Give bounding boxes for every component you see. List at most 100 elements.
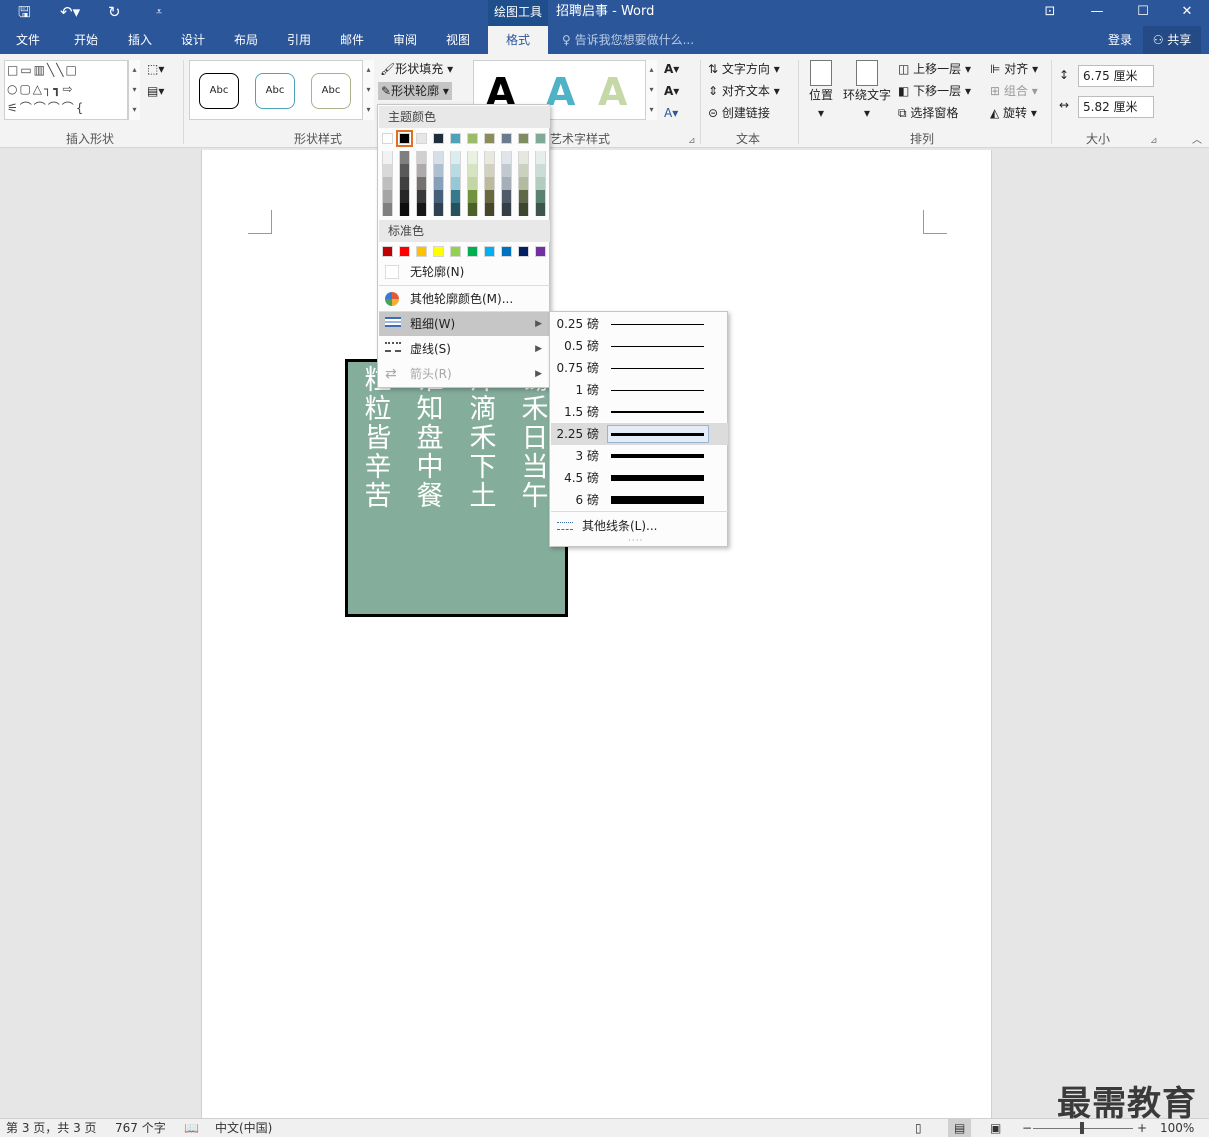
theme-color-swatch[interactable] (396, 130, 413, 147)
theme-shade-swatch[interactable] (501, 177, 512, 190)
standard-color-swatch[interactable] (484, 246, 495, 257)
page-count[interactable]: 第 3 页，共 3 页 (6, 1119, 97, 1137)
ribbon-display-icon[interactable]: ⊡ (1027, 0, 1073, 26)
standard-color-swatch[interactable] (518, 246, 529, 257)
weight-option[interactable]: 0.75 磅 (551, 357, 728, 379)
undo-icon[interactable]: ↶▾ (60, 2, 80, 22)
theme-shade-swatch[interactable] (450, 203, 461, 216)
tab-mailings[interactable]: 邮件 (336, 26, 368, 54)
weight-option[interactable]: 3 磅 (551, 445, 728, 467)
more-lines-item[interactable]: 其他线条(L)... (551, 514, 728, 538)
standard-color-swatch[interactable] (433, 246, 444, 257)
send-backward-button[interactable]: ◧ 下移一层 ▾ (898, 82, 971, 100)
theme-color-swatch[interactable] (450, 133, 461, 144)
theme-shade-swatch[interactable] (399, 151, 410, 164)
theme-shade-swatch[interactable] (399, 164, 410, 177)
theme-color-swatch[interactable] (416, 133, 427, 144)
zoom-out-icon[interactable]: − (1022, 1119, 1032, 1137)
theme-color-swatch[interactable] (518, 133, 529, 144)
theme-shade-swatch[interactable] (484, 151, 495, 164)
shapes-gallery[interactable]: □▭▥╲╲□ ○▢△┐┓⇨ ⚟⌒⌒⌒⌒{ (4, 60, 128, 120)
dashes-item[interactable]: 虚线(S) ▶ (379, 337, 550, 361)
group-button[interactable]: ⊞ 组合 ▾ (990, 82, 1038, 100)
shapes-gallery-scroll[interactable]: ▴ ▾ ▾ (128, 60, 140, 120)
weight-option[interactable]: 0.5 磅 (551, 335, 728, 357)
theme-color-swatch[interactable] (467, 133, 478, 144)
shape-style-2[interactable]: Abc (255, 73, 295, 109)
word-count[interactable]: 767 个字 (115, 1119, 166, 1137)
weight-option[interactable]: 6 磅 (551, 489, 728, 511)
theme-shade-swatch[interactable] (535, 151, 546, 164)
theme-shade-swatch[interactable] (501, 203, 512, 216)
theme-shade-swatch[interactable] (535, 177, 546, 190)
more-outline-colors-item[interactable]: 其他轮廓颜色(M)... (379, 287, 550, 311)
theme-shade-swatch[interactable] (535, 203, 546, 216)
theme-color-swatch[interactable] (484, 133, 495, 144)
close-icon[interactable]: ✕ (1164, 0, 1209, 26)
weight-option[interactable]: 1 磅 (551, 379, 728, 401)
web-layout-icon[interactable]: ▣ (990, 1119, 1001, 1137)
shape-style-3[interactable]: Abc (311, 73, 351, 109)
proofing-icon[interactable]: 📖 (184, 1119, 199, 1137)
text-effects-icon[interactable]: A▾ (664, 104, 678, 122)
theme-shade-swatch[interactable] (382, 203, 393, 216)
customize-qat-icon[interactable]: ⩡ (156, 2, 162, 22)
theme-shade-swatch[interactable] (484, 177, 495, 190)
standard-color-swatch[interactable] (467, 246, 478, 257)
theme-shade-swatch[interactable] (399, 177, 410, 190)
shape-fill-button[interactable]: 🖌形状填充 ▾ (380, 60, 453, 78)
standard-color-swatch[interactable] (450, 246, 461, 257)
redo-icon[interactable]: ↻ (108, 2, 121, 22)
theme-shade-swatch[interactable] (382, 164, 393, 177)
no-outline-item[interactable]: 无轮廓(N) (379, 260, 550, 284)
weight-item[interactable]: 粗细(W) ▶ (379, 312, 550, 336)
align-text-button[interactable]: ⇕ 对齐文本 ▾ (708, 82, 780, 100)
weight-option[interactable]: 1.5 磅 (551, 401, 728, 423)
rotate-button[interactable]: ◭ 旋转 ▾ (990, 104, 1037, 122)
wrap-text-button[interactable]: 环绕文字 ▾ (843, 60, 891, 122)
tab-references[interactable]: 引用 (283, 26, 315, 54)
theme-color-swatch[interactable] (535, 133, 546, 144)
theme-shade-swatch[interactable] (467, 151, 478, 164)
maximize-icon[interactable]: ☐ (1120, 0, 1166, 26)
resize-grip-icon[interactable]: ···· (628, 536, 643, 546)
share-button[interactable]: ⚇ 共享 (1143, 26, 1201, 54)
theme-shade-swatch[interactable] (535, 164, 546, 177)
theme-color-swatch[interactable] (382, 133, 393, 144)
bring-forward-button[interactable]: ◫ 上移一层 ▾ (898, 60, 971, 78)
theme-shade-swatch[interactable] (433, 164, 444, 177)
theme-shade-swatch[interactable] (399, 190, 410, 203)
theme-shade-swatch[interactable] (467, 164, 478, 177)
theme-shade-swatch[interactable] (501, 190, 512, 203)
theme-color-swatch[interactable] (433, 133, 444, 144)
theme-shade-swatch[interactable] (382, 190, 393, 203)
tab-view[interactable]: 视图 (442, 26, 474, 54)
shape-outline-button[interactable]: ✎形状轮廓 ▾ (378, 82, 452, 100)
document-page[interactable] (201, 150, 992, 1118)
theme-shade-swatch[interactable] (416, 164, 427, 177)
theme-shade-swatch[interactable] (399, 203, 410, 216)
theme-shade-swatch[interactable] (450, 190, 461, 203)
theme-shade-swatch[interactable] (433, 177, 444, 190)
weight-option[interactable]: 2.25 磅 (551, 423, 728, 445)
theme-shade-swatch[interactable] (484, 190, 495, 203)
theme-shade-swatch[interactable] (382, 151, 393, 164)
shape-style-1[interactable]: Abc (199, 73, 239, 109)
tab-format[interactable]: 格式 (488, 26, 548, 54)
tab-review[interactable]: 审阅 (389, 26, 421, 54)
theme-shade-swatch[interactable] (382, 177, 393, 190)
text-outline-icon[interactable]: A▾ (664, 82, 679, 100)
theme-shade-swatch[interactable] (416, 177, 427, 190)
weight-option[interactable]: 4.5 磅 (551, 467, 728, 489)
theme-shade-swatch[interactable] (518, 203, 529, 216)
wordart-style-2[interactable]: A (546, 69, 575, 115)
tab-design[interactable]: 设计 (177, 26, 209, 54)
theme-shade-swatch[interactable] (518, 190, 529, 203)
theme-shade-swatch[interactable] (450, 177, 461, 190)
print-layout-icon[interactable]: ▤ (948, 1119, 972, 1137)
theme-shade-swatch[interactable] (518, 177, 529, 190)
theme-shade-swatch[interactable] (501, 164, 512, 177)
theme-shade-swatch[interactable] (535, 190, 546, 203)
edit-shape-icon[interactable]: ⬚▾ (147, 60, 164, 78)
standard-color-swatch[interactable] (382, 246, 393, 257)
